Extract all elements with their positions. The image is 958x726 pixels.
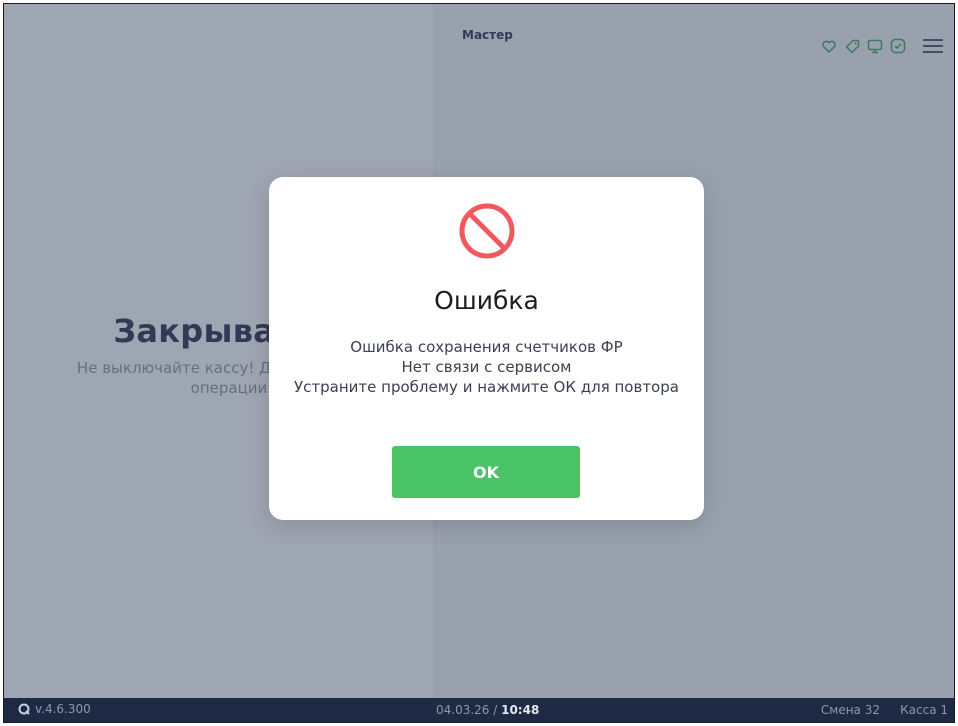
dialog-title: Ошибка xyxy=(434,286,539,315)
prohibited-icon xyxy=(459,203,515,259)
error-dialog: Ошибка Ошибка сохранения счетчиков ФР Не… xyxy=(269,177,704,520)
datetime: 04.03.26 / 10:48 xyxy=(436,703,539,717)
status-bar: v.4.6.300 04.03.26 / 10:48 Смена 32 Касс… xyxy=(4,698,954,722)
time-label: 10:48 xyxy=(501,703,540,717)
shift-label: Смена 32 xyxy=(820,703,880,717)
dialog-message-line: Нет связи с сервисом xyxy=(401,358,572,376)
ok-button[interactable]: OK xyxy=(392,446,580,498)
app-logo-icon xyxy=(18,703,30,715)
version-label: v.4.6.300 xyxy=(35,702,91,716)
version-info: v.4.6.300 xyxy=(18,702,91,716)
register-label: Касса 1 xyxy=(900,703,948,717)
dialog-message-line: Ошибка сохранения счетчиков ФР xyxy=(350,338,623,356)
dialog-message: Ошибка сохранения счетчиков ФР Нет связи… xyxy=(289,337,684,397)
app-window: Закрываем Не выключайте кассу! До заверш… xyxy=(3,3,955,723)
dialog-message-line: Устраните проблему и нажмите ОК для повт… xyxy=(294,378,679,396)
date-label: 04.03.26 / xyxy=(436,703,502,717)
